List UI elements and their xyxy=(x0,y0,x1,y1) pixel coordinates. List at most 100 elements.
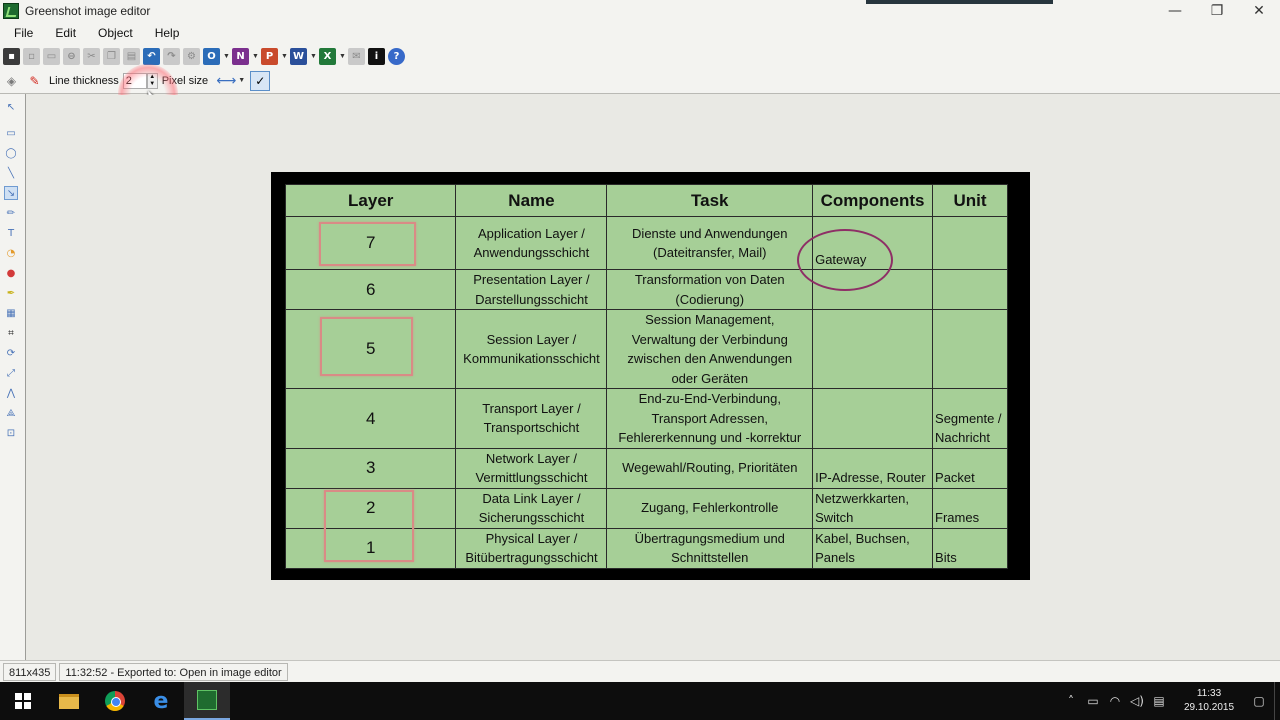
onenote-icon[interactable]: N xyxy=(232,47,249,65)
help-icon[interactable]: ? xyxy=(388,47,405,65)
windows-taskbar: e ˄ ▭ ◠ ◁) ▤ 11:33 29.10.2015 ▢ xyxy=(0,682,1280,720)
annotation-rectangle-layer-2-1[interactable] xyxy=(324,490,414,562)
task-cell: Wegewahl/Routing, Prioritäten xyxy=(606,447,814,489)
crop-tool-icon[interactable]: ⌗ xyxy=(4,326,18,340)
volume-icon[interactable]: ◁) xyxy=(1126,694,1148,708)
menu-object[interactable]: Object xyxy=(85,26,142,40)
editor-canvas[interactable]: Layer Name Task Components Unit 7 Applic… xyxy=(27,95,1280,660)
paste-icon[interactable]: ▤ xyxy=(123,47,140,65)
chevron-down-icon[interactable]: ▼ xyxy=(339,53,346,60)
chevron-down-icon[interactable]: ▼ xyxy=(238,77,245,84)
border-tool-icon[interactable]: ⟁ xyxy=(4,406,18,420)
taskbar-clock[interactable]: 11:33 29.10.2015 xyxy=(1170,687,1248,715)
line-tool-icon[interactable]: ╲ xyxy=(4,166,18,180)
menu-edit[interactable]: Edit xyxy=(42,26,85,40)
components-cell xyxy=(812,388,934,449)
show-desktop-button[interactable] xyxy=(1274,682,1280,720)
unit-cell: Bits xyxy=(932,527,1008,569)
taskbar-file-explorer[interactable] xyxy=(46,682,92,720)
components-cell: Kabel, Buchsen, Panels xyxy=(812,527,934,569)
redo-icon[interactable]: ↷ xyxy=(163,47,180,65)
menu-file[interactable]: File xyxy=(0,26,42,40)
taskbar-chrome[interactable] xyxy=(92,682,138,720)
line-thickness-input[interactable] xyxy=(122,72,147,89)
components-cell xyxy=(812,309,934,389)
outlook-icon[interactable]: O xyxy=(203,47,220,65)
maximize-button[interactable]: ❐ xyxy=(1196,0,1238,22)
table-row: 3 Network Layer / Vermittlungsschicht Weg… xyxy=(284,447,1008,489)
obfuscate-tool-icon[interactable]: ▦ xyxy=(4,306,18,320)
action-center-icon[interactable]: ▢ xyxy=(1248,694,1270,708)
layer-cell: 3 xyxy=(284,447,457,489)
taskbar-edge[interactable]: e xyxy=(138,682,184,720)
effects-tool-icon[interactable]: ⊡ xyxy=(4,426,18,440)
captured-image[interactable]: Layer Name Task Components Unit 7 Applic… xyxy=(271,172,1030,580)
line-thickness-spinner[interactable]: ▲ ▼ xyxy=(146,72,158,89)
notification-icon[interactable]: ▤ xyxy=(1148,694,1170,708)
windows-logo-icon xyxy=(15,693,31,709)
resize-tool-icon[interactable]: ⤢ xyxy=(4,366,18,380)
delete-icon[interactable]: ⊖ xyxy=(63,47,80,65)
start-button[interactable] xyxy=(0,682,46,720)
cut-icon[interactable]: ✂ xyxy=(83,47,100,65)
rectangle-tool-icon[interactable]: ▭ xyxy=(4,126,18,140)
counter-tool-icon[interactable]: ● xyxy=(4,266,18,280)
chevron-down-icon[interactable]: ▼ xyxy=(223,53,230,60)
rotate-tool-icon[interactable]: ⟳ xyxy=(4,346,18,360)
menu-help[interactable]: Help xyxy=(142,26,189,40)
property-toolbar: ◈ ✎ Line thickness ▲▼ Pixel size ⟷▼ ✓ xyxy=(0,68,1280,94)
highlight-tool-icon[interactable]: ✒ xyxy=(4,286,18,300)
status-bar: 811x435 11:32:52 - Exported to: Open in … xyxy=(0,660,1280,682)
word-icon[interactable]: W xyxy=(290,47,307,65)
task-cell: Transformation von Daten (Codierung) xyxy=(606,269,814,310)
task-cell: Session Management, Verwaltung der Verbin… xyxy=(606,309,814,389)
arrow-tool-icon[interactable]: ↘ xyxy=(4,186,18,200)
ellipse-tool-icon[interactable]: ◯ xyxy=(4,146,18,160)
system-tray: ˄ ▭ ◠ ◁) ▤ 11:33 29.10.2015 ▢ xyxy=(1060,682,1280,720)
confirm-icon[interactable]: ✓ xyxy=(250,70,271,91)
battery-icon[interactable]: ▭ xyxy=(1082,694,1104,708)
components-cell: Netzwerkkarten, Switch xyxy=(812,487,934,529)
clock-time: 11:33 xyxy=(1196,688,1222,699)
unit-cell: Frames xyxy=(932,487,1008,529)
settings-icon[interactable]: ⚙ xyxy=(183,47,200,65)
chevron-up-icon[interactable]: ˄ xyxy=(1060,694,1082,708)
tool-strip: ↖ ▭ ◯ ╲ ↘ ✏ T ◔ ● ✒ ▦ ⌗ ⟳ ⤢ ⋀ ⟁ ⊡ xyxy=(0,94,26,660)
table-row: 4 Transport Layer / Transportschicht End-… xyxy=(284,388,1008,449)
name-cell: Session Layer / Kommunikationsschicht xyxy=(455,309,608,389)
excel-icon[interactable]: X xyxy=(319,47,336,65)
annotation-rectangle-layer-5[interactable] xyxy=(320,317,413,376)
imgur-icon[interactable]: ✉ xyxy=(348,47,365,65)
fill-color-icon[interactable]: ◈ xyxy=(3,72,20,89)
torn-edge-tool-icon[interactable]: ⋀ xyxy=(4,386,18,400)
chevron-down-icon[interactable]: ▼ xyxy=(252,53,259,60)
task-cell: Zugang, Fehlerkontrolle xyxy=(606,487,814,529)
chevron-down-icon[interactable]: ▼ xyxy=(281,53,288,60)
text-tool-icon[interactable]: T xyxy=(4,226,18,240)
copy-icon[interactable]: ❐ xyxy=(103,47,120,65)
annotation-rectangle-layer-7[interactable] xyxy=(319,222,416,266)
annotation-ellipse-gateway[interactable] xyxy=(797,229,893,291)
clipboard-icon[interactable]: ▫ xyxy=(23,47,40,65)
header-layer: Layer xyxy=(284,184,457,217)
header-components: Components xyxy=(812,184,934,217)
info-icon[interactable]: i xyxy=(368,47,385,65)
unit-cell: Segmente / Nachricht xyxy=(932,388,1008,449)
components-cell: IP-Adresse, Router xyxy=(812,447,934,489)
minimize-button[interactable]: — xyxy=(1154,0,1196,22)
print-icon[interactable]: ▭ xyxy=(43,47,60,65)
line-color-icon[interactable]: ✎ xyxy=(26,72,43,89)
select-tool-icon[interactable]: ↖ xyxy=(4,100,18,114)
taskbar-greenshot[interactable] xyxy=(184,682,230,720)
chevron-down-icon[interactable]: ▼ xyxy=(310,53,317,60)
speechbubble-tool-icon[interactable]: ◔ xyxy=(4,246,18,260)
save-icon[interactable]: ▪ xyxy=(3,47,20,65)
main-toolbar: ▪ ▫ ▭ ⊖ ✂ ❐ ▤ ↶ ↷ ⚙ O ▼ N ▼ P ▼ W ▼ X ▼ ✉ i ? xyxy=(0,44,1280,68)
freehand-tool-icon[interactable]: ✏ xyxy=(4,206,18,220)
name-cell: Application Layer / Anwendungsschicht xyxy=(455,216,608,270)
wifi-icon[interactable]: ◠ xyxy=(1104,694,1126,708)
undo-icon[interactable]: ↶ xyxy=(143,47,160,65)
pixel-size-icon[interactable]: ⟷ xyxy=(216,73,236,89)
powerpoint-icon[interactable]: P xyxy=(261,47,278,65)
close-button[interactable]: ✕ xyxy=(1238,0,1280,22)
